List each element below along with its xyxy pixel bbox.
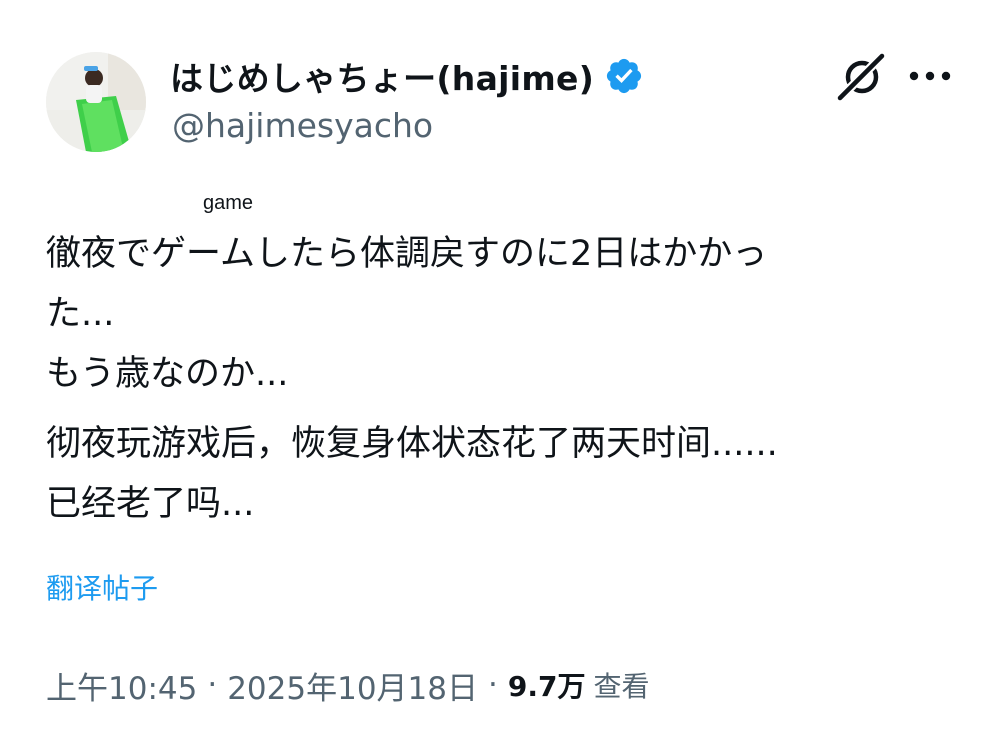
grok-icon: [837, 53, 885, 101]
tweet-text-line: 徹夜でゲームしたら体調戻すのに2日はかかっ: [46, 234, 768, 274]
grok-button[interactable]: [836, 52, 886, 102]
more-options-button[interactable]: [904, 58, 956, 94]
translated-text-line: 已经老了吗...: [46, 484, 255, 524]
tweet-detail: はじめしゃちょー(hajime) @hajimesyacho game 徹夜でゲ…: [0, 0, 1000, 740]
views-label[interactable]: 查看: [593, 665, 649, 705]
avatar[interactable]: [46, 52, 146, 152]
tweet-meta: 上午10:45 · 2025年10月18日 · 9.7万 查看: [46, 660, 649, 710]
display-name[interactable]: はじめしゃちょー(hajime): [170, 52, 594, 100]
meta-separator: ·: [488, 667, 498, 703]
tweet-text: 徹夜でゲームしたら体調戻すのに2日はかかっ た... もう歳なのか... 彻夜玩…: [46, 224, 966, 534]
author-name-row[interactable]: はじめしゃちょー(hajime): [170, 48, 644, 104]
tweet-date[interactable]: 2025年10月18日: [227, 663, 478, 708]
views-count[interactable]: 9.7万: [508, 665, 586, 705]
tweet-text-line: もう歳なのか...: [46, 354, 289, 394]
avatar-photo-icon: [46, 52, 146, 152]
more-dots-icon: [909, 71, 951, 81]
ruby-annotation: game: [203, 192, 254, 214]
verified-badge-icon: [604, 56, 644, 96]
translated-text-line: 彻夜玩游戏后，恢复身体状态花了两天时间......: [46, 424, 778, 464]
tweet-time[interactable]: 上午10:45: [46, 663, 197, 708]
translate-post-link[interactable]: 翻译帖子: [46, 567, 158, 607]
tweet-text-line: た...: [46, 294, 115, 334]
username[interactable]: @hajimesyacho: [172, 106, 433, 145]
meta-separator: ·: [207, 667, 218, 703]
